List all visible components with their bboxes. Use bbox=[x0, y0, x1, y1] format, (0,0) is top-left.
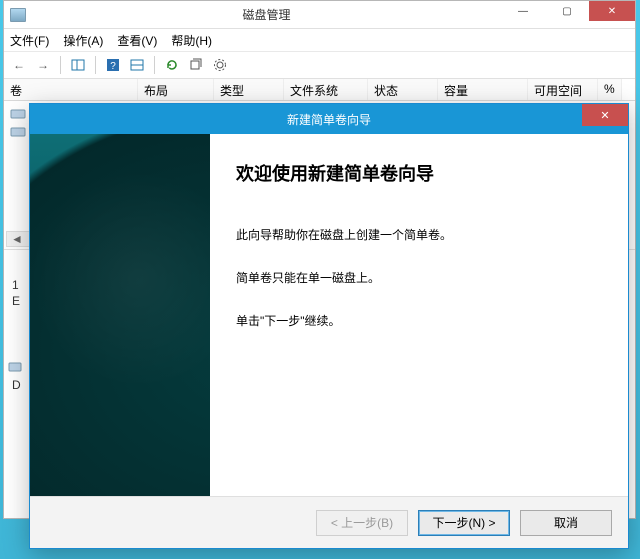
list-icon bbox=[130, 58, 144, 72]
rescan-icon bbox=[189, 58, 203, 72]
wizard-paragraph: 此向导帮助你在磁盘上创建一个简单卷。 bbox=[236, 226, 604, 243]
column-percent[interactable]: % bbox=[598, 79, 622, 100]
column-freespace[interactable]: 可用空间 bbox=[528, 79, 598, 100]
wizard-content: 欢迎使用新建简单卷向导 此向导帮助你在磁盘上创建一个简单卷。 简单卷只能在单一磁… bbox=[210, 134, 628, 496]
toolbar-separator bbox=[60, 56, 61, 74]
close-button[interactable]: ✕ bbox=[589, 1, 635, 21]
window-controls: — ▢ ✕ bbox=[501, 1, 635, 28]
column-capacity[interactable]: 容量 bbox=[438, 79, 528, 100]
menu-bar: 文件(F) 操作(A) 查看(V) 帮助(H) bbox=[4, 29, 635, 51]
scroll-left-icon[interactable]: ◄ bbox=[9, 233, 25, 245]
wizard-cancel-button[interactable]: 取消 bbox=[520, 510, 612, 536]
menu-help[interactable]: 帮助(H) bbox=[171, 32, 212, 49]
column-type[interactable]: 类型 bbox=[214, 79, 284, 100]
close-icon: ✕ bbox=[600, 109, 609, 122]
table-header-row: 卷 布局 类型 文件系统 状态 容量 可用空间 % bbox=[4, 79, 635, 101]
svg-text:?: ? bbox=[110, 61, 116, 72]
disk-icon bbox=[10, 107, 26, 121]
nav-back-button[interactable]: ← bbox=[10, 56, 28, 74]
menu-view[interactable]: 查看(V) bbox=[117, 32, 157, 49]
settings-button[interactable] bbox=[211, 56, 229, 74]
menu-action[interactable]: 操作(A) bbox=[63, 32, 103, 49]
wizard-next-button[interactable]: 下一步(N) > bbox=[418, 510, 510, 536]
view-panes-button[interactable] bbox=[69, 56, 87, 74]
panes-icon bbox=[71, 58, 85, 72]
maximize-button[interactable]: ▢ bbox=[545, 1, 589, 21]
refresh-button[interactable] bbox=[163, 56, 181, 74]
rescan-button[interactable] bbox=[187, 56, 205, 74]
wizard-body: 欢迎使用新建简单卷向导 此向导帮助你在磁盘上创建一个简单卷。 简单卷只能在单一磁… bbox=[30, 134, 628, 496]
wizard-title: 新建简单卷向导 bbox=[287, 111, 371, 128]
partial-text: D bbox=[12, 378, 21, 392]
toolbar-separator bbox=[95, 56, 96, 74]
view-list-button[interactable] bbox=[128, 56, 146, 74]
wizard-titlebar[interactable]: 新建简单卷向导 ✕ bbox=[30, 104, 628, 134]
arrow-left-icon: ← bbox=[13, 58, 25, 72]
help-toolbar-button[interactable]: ? bbox=[104, 56, 122, 74]
column-status[interactable]: 状态 bbox=[368, 79, 438, 100]
column-volume[interactable]: 卷 bbox=[4, 79, 138, 100]
disk-icon bbox=[8, 360, 22, 374]
column-layout[interactable]: 布局 bbox=[138, 79, 214, 100]
arrow-right-icon: → bbox=[37, 58, 49, 72]
toolbar-separator bbox=[154, 56, 155, 74]
new-simple-volume-wizard: 新建简单卷向导 ✕ 欢迎使用新建简单卷向导 此向导帮助你在磁盘上创建一个简单卷。… bbox=[29, 103, 629, 549]
wizard-back-button: < 上一步(B) bbox=[316, 510, 408, 536]
minimize-button[interactable]: — bbox=[501, 1, 545, 21]
wizard-heading: 欢迎使用新建简单卷向导 bbox=[236, 160, 604, 186]
refresh-icon bbox=[165, 58, 179, 72]
window-title: 磁盘管理 bbox=[32, 6, 501, 23]
disk-icon bbox=[10, 125, 26, 139]
wizard-close-button[interactable]: ✕ bbox=[582, 104, 628, 126]
column-filesystem[interactable]: 文件系统 bbox=[284, 79, 368, 100]
menu-file[interactable]: 文件(F) bbox=[10, 32, 49, 49]
app-icon bbox=[10, 8, 26, 22]
wizard-footer: < 上一步(B) 下一步(N) > 取消 bbox=[30, 496, 628, 548]
partial-text: E bbox=[12, 294, 20, 308]
nav-forward-button[interactable]: → bbox=[34, 56, 52, 74]
gear-icon bbox=[213, 58, 227, 72]
wizard-side-graphic bbox=[30, 134, 210, 496]
titlebar[interactable]: 磁盘管理 — ▢ ✕ bbox=[4, 1, 635, 29]
toolbar: ← → ? bbox=[4, 51, 635, 79]
desktop-background: 磁盘管理 — ▢ ✕ 文件(F) 操作(A) 查看(V) 帮助(H) ← → ? bbox=[0, 0, 640, 559]
wizard-paragraph: 单击"下一步"继续。 bbox=[236, 312, 604, 329]
partial-text: 1 bbox=[12, 278, 19, 292]
wizard-paragraph: 简单卷只能在单一磁盘上。 bbox=[236, 269, 604, 286]
help-icon: ? bbox=[106, 58, 120, 72]
